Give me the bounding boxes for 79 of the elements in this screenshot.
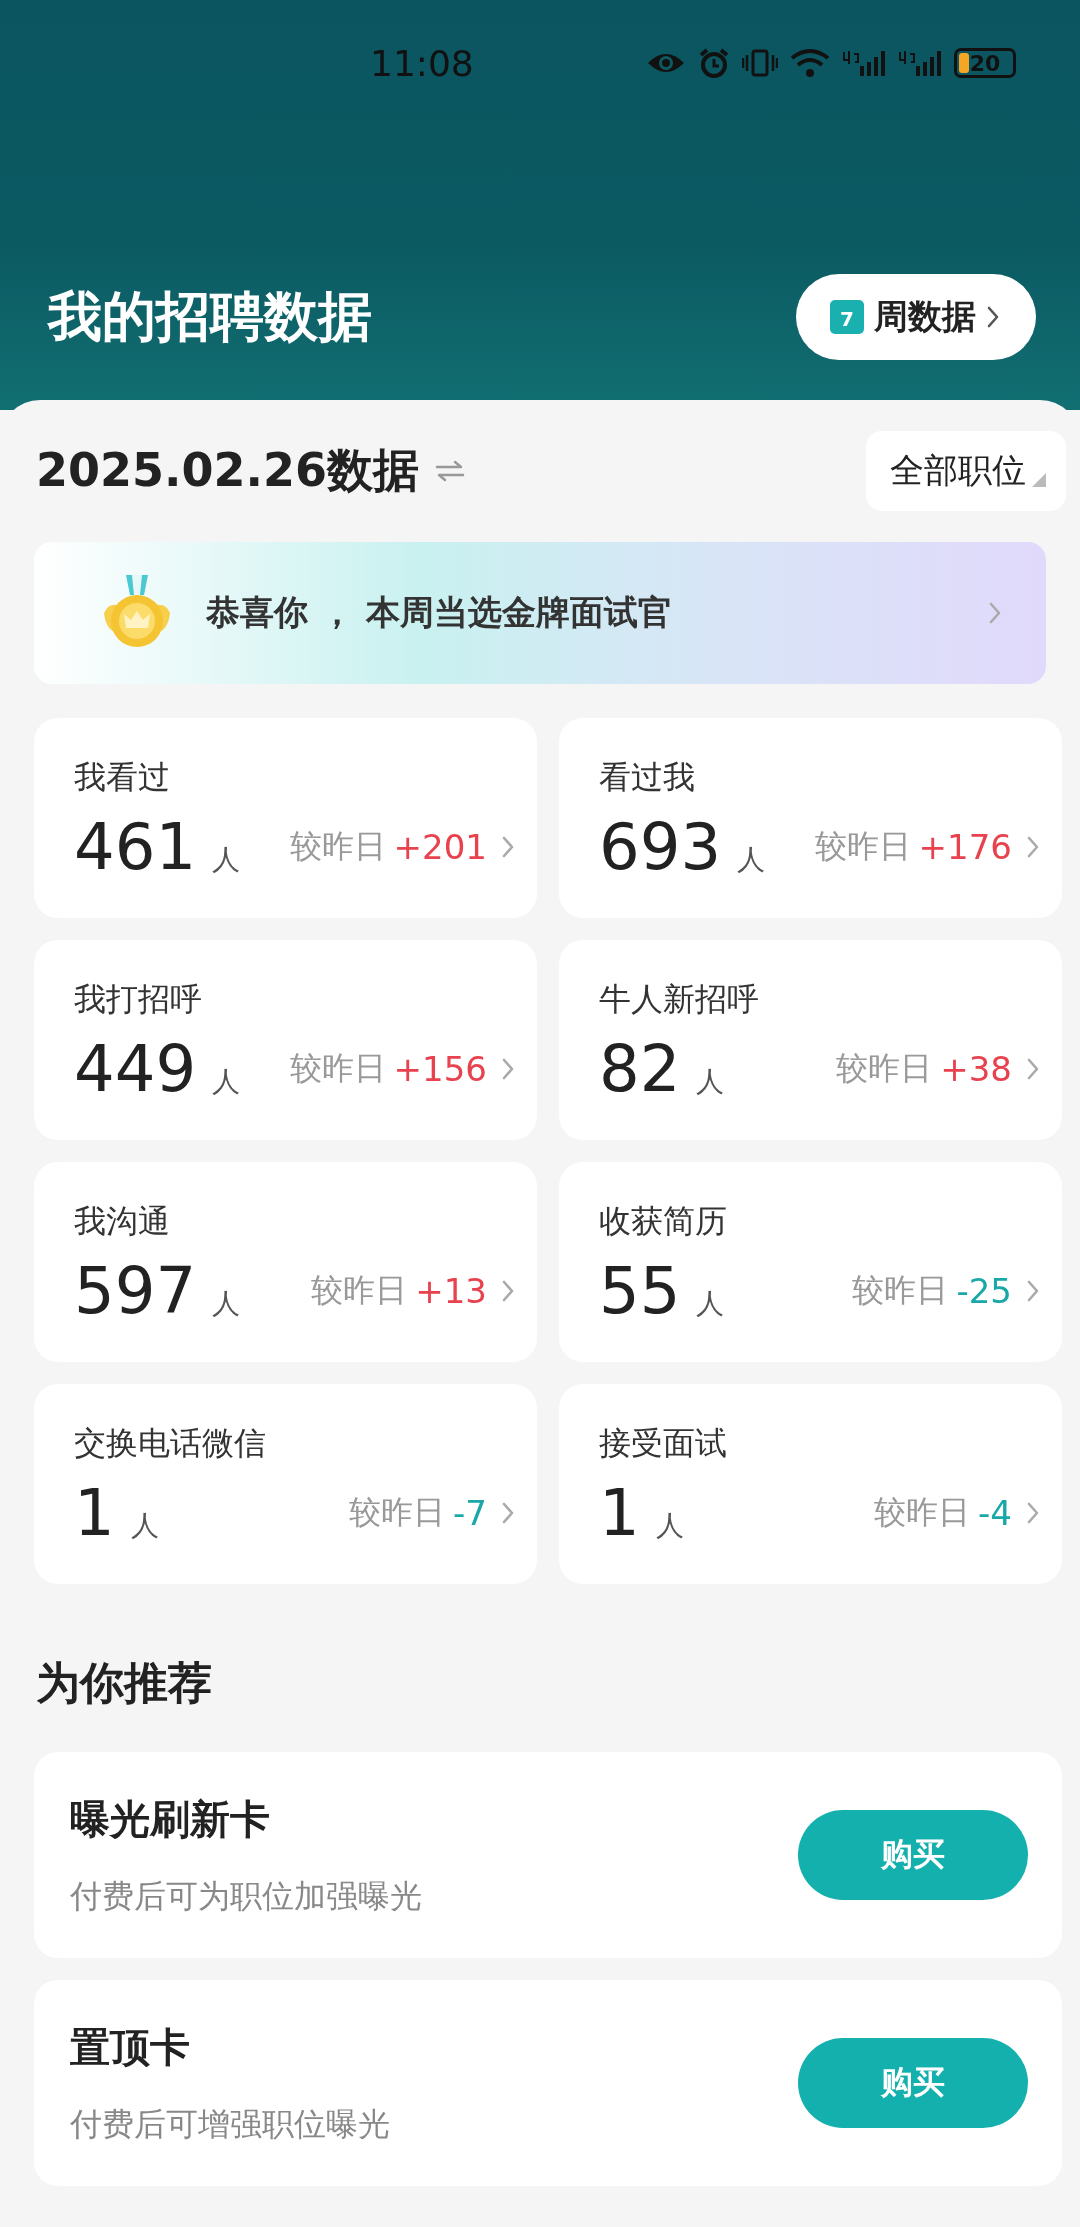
stat-card[interactable]: 交换电话微信 1 人 较昨日 -7 (34, 1384, 537, 1584)
compare-label: 较昨日 (289, 1048, 386, 1089)
battery-icon: 20 (954, 48, 1016, 78)
chevron-right-icon (1026, 1280, 1040, 1302)
stat-unit: 人 (212, 1286, 241, 1322)
vibrate-icon (742, 48, 778, 78)
chevron-right-icon (988, 602, 1002, 624)
chevron-right-icon (1026, 836, 1040, 858)
chevron-right-icon (501, 1058, 515, 1080)
stat-unit: 人 (696, 1286, 725, 1322)
wifi-icon (790, 48, 830, 78)
compare-label: 较昨日 (852, 1270, 949, 1311)
stat-label: 我看过 (74, 757, 171, 798)
stat-value: 449 (74, 1032, 197, 1106)
award-banner[interactable]: 恭喜你 ， 本周当选金牌面试官 (34, 542, 1046, 684)
change-value: +176 (918, 827, 1012, 867)
change-value: -4 (978, 1493, 1012, 1533)
stat-value: 693 (599, 810, 722, 884)
stat-label: 接受面试 (599, 1423, 728, 1464)
change-value: -25 (956, 1271, 1012, 1311)
compare-label: 较昨日 (349, 1492, 446, 1533)
stat-label: 收获简历 (599, 1201, 728, 1242)
stat-value: 1 (599, 1476, 640, 1550)
stat-card[interactable]: 接受面试 1 人 较昨日 -4 (559, 1384, 1062, 1584)
stat-card[interactable]: 我沟通 597 人 较昨日 +13 (34, 1162, 537, 1362)
signal-icon (842, 48, 886, 78)
change-value: +201 (393, 827, 487, 867)
banner-text: 恭喜你 ， 本周当选金牌面试官 (206, 591, 673, 634)
week-data-button[interactable]: 7 周数据 (796, 274, 1036, 360)
stat-unit: 人 (212, 1064, 241, 1100)
stat-card[interactable]: 我打招呼 449 人 较昨日 +156 (34, 940, 537, 1140)
stat-value: 82 (599, 1032, 681, 1106)
stat-label: 交换电话微信 (74, 1423, 267, 1464)
signal-icon (898, 48, 942, 78)
change-value: -7 (453, 1493, 487, 1533)
chevron-right-icon (501, 1502, 515, 1524)
product-description: 付费后可增强职位曝光 (70, 2103, 390, 2145)
chevron-right-icon (1026, 1058, 1040, 1080)
alarm-icon (698, 47, 730, 79)
stat-unit: 人 (212, 842, 241, 878)
change-value: +13 (415, 1271, 487, 1311)
change-value: +156 (393, 1049, 487, 1089)
change-value: +38 (940, 1049, 1012, 1089)
page-title: 我的招聘数据 (48, 283, 372, 350)
chevron-right-icon (501, 836, 515, 858)
compare-label: 较昨日 (289, 826, 386, 867)
calendar-icon: 7 (830, 300, 864, 334)
status-time: 11:08 (370, 42, 474, 84)
chevron-right-icon (1026, 1502, 1040, 1524)
stat-value: 1 (74, 1476, 115, 1550)
position-filter-dropdown[interactable]: 全部职位 (866, 431, 1066, 511)
stat-value: 461 (74, 810, 197, 884)
stat-label: 我打招呼 (74, 979, 203, 1020)
stat-label: 牛人新招呼 (599, 979, 760, 1020)
stat-unit: 人 (130, 1508, 159, 1544)
dropdown-triangle-icon (1032, 473, 1046, 487)
compare-label: 较昨日 (874, 1492, 971, 1533)
product-title: 置顶卡 (70, 2022, 191, 2072)
stat-card[interactable]: 牛人新招呼 82 人 较昨日 +38 (559, 940, 1062, 1140)
section-title: 为你推荐 (36, 1656, 213, 1710)
stat-value: 55 (599, 1254, 681, 1328)
product-title: 曝光刷新卡 (70, 1794, 271, 1844)
product-description: 付费后可为职位加强曝光 (70, 1875, 422, 1917)
compare-label: 较昨日 (836, 1048, 933, 1089)
stat-label: 我沟通 (74, 1201, 171, 1242)
stat-card[interactable]: 看过我 693 人 较昨日 +176 (559, 718, 1062, 918)
compare-label: 较昨日 (311, 1270, 408, 1311)
chevron-right-icon (986, 306, 1000, 328)
stat-label: 看过我 (599, 757, 696, 798)
stat-unit: 人 (655, 1508, 684, 1544)
chevron-right-icon (501, 1280, 515, 1302)
date-title: 2025.02.26数据 (36, 442, 419, 499)
stat-card[interactable]: 我看过 461 人 较昨日 +201 (34, 718, 537, 918)
stat-unit: 人 (737, 842, 766, 878)
stat-unit: 人 (696, 1064, 725, 1100)
swap-icon (435, 460, 465, 482)
compare-label: 较昨日 (814, 826, 911, 867)
stat-value: 597 (74, 1254, 197, 1328)
stat-card[interactable]: 收获简历 55 人 较昨日 -25 (559, 1162, 1062, 1362)
